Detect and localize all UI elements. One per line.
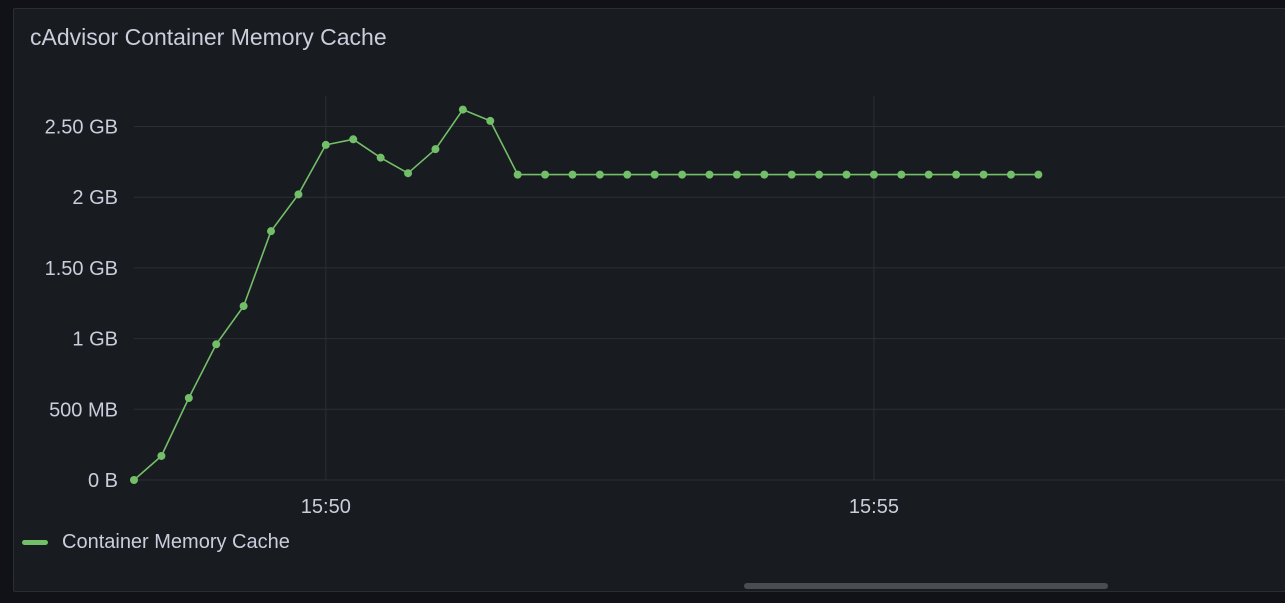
data-point[interactable] xyxy=(349,135,358,144)
data-point[interactable] xyxy=(897,170,906,179)
data-point[interactable] xyxy=(486,116,495,125)
data-point[interactable] xyxy=(458,105,467,114)
data-point[interactable] xyxy=(321,140,330,149)
x-axis-ticks: 15:50 15:55 xyxy=(301,496,899,518)
y-tick-label: 1 GB xyxy=(72,329,118,351)
horizontal-scrollbar[interactable] xyxy=(744,583,1108,589)
y-tick-label: 500 MB xyxy=(49,399,118,421)
data-point[interactable] xyxy=(979,170,988,179)
series-layer[interactable] xyxy=(130,105,1043,484)
data-point[interactable] xyxy=(842,170,851,179)
data-point[interactable] xyxy=(239,302,248,311)
data-point[interactable] xyxy=(595,170,604,179)
data-point[interactable] xyxy=(678,170,687,179)
data-point[interactable] xyxy=(705,170,714,179)
x-tick-label: 15:50 xyxy=(301,496,351,518)
data-point[interactable] xyxy=(184,394,193,402)
x-tick-label: 15:55 xyxy=(849,496,899,518)
data-point[interactable] xyxy=(869,170,878,179)
y-tick-label: 2 GB xyxy=(72,187,118,209)
data-point[interactable] xyxy=(623,170,632,179)
data-point[interactable] xyxy=(568,170,577,179)
data-point[interactable] xyxy=(1034,170,1043,179)
data-point[interactable] xyxy=(212,340,221,349)
data-point[interactable] xyxy=(431,145,440,154)
y-axis-ticks: 0 B 500 MB 1 GB 1.50 GB 2 GB 2.50 GB xyxy=(45,117,118,492)
data-point[interactable] xyxy=(267,227,276,236)
data-point[interactable] xyxy=(924,170,933,179)
data-point[interactable] xyxy=(732,170,741,179)
y-tick-label: 0 B xyxy=(88,470,118,492)
data-point[interactable] xyxy=(513,170,522,179)
data-point[interactable] xyxy=(760,170,769,179)
data-point[interactable] xyxy=(157,451,166,460)
series-line[interactable] xyxy=(133,108,1039,481)
grid-lines xyxy=(134,96,1285,481)
data-point[interactable] xyxy=(787,170,796,179)
data-point[interactable] xyxy=(541,170,550,179)
y-tick-label: 1.50 GB xyxy=(45,258,118,280)
legend-item-container-memory-cache[interactable]: Container Memory Cache xyxy=(22,531,290,554)
legend-swatch xyxy=(22,540,48,545)
data-point[interactable] xyxy=(376,153,385,162)
data-point[interactable] xyxy=(815,170,824,179)
data-point[interactable] xyxy=(952,170,961,179)
data-point[interactable] xyxy=(294,190,303,199)
y-tick-label: 2.50 GB xyxy=(45,117,118,139)
data-point[interactable] xyxy=(130,476,138,484)
data-point[interactable] xyxy=(404,169,413,178)
data-point[interactable] xyxy=(650,170,659,179)
data-point[interactable] xyxy=(1006,170,1015,179)
legend-label: Container Memory Cache xyxy=(62,531,290,553)
line-chart[interactable]: 0 B500 MB1 GB1.50 GB2 GB2.50 GB 15:50 15:… xyxy=(0,0,1285,603)
